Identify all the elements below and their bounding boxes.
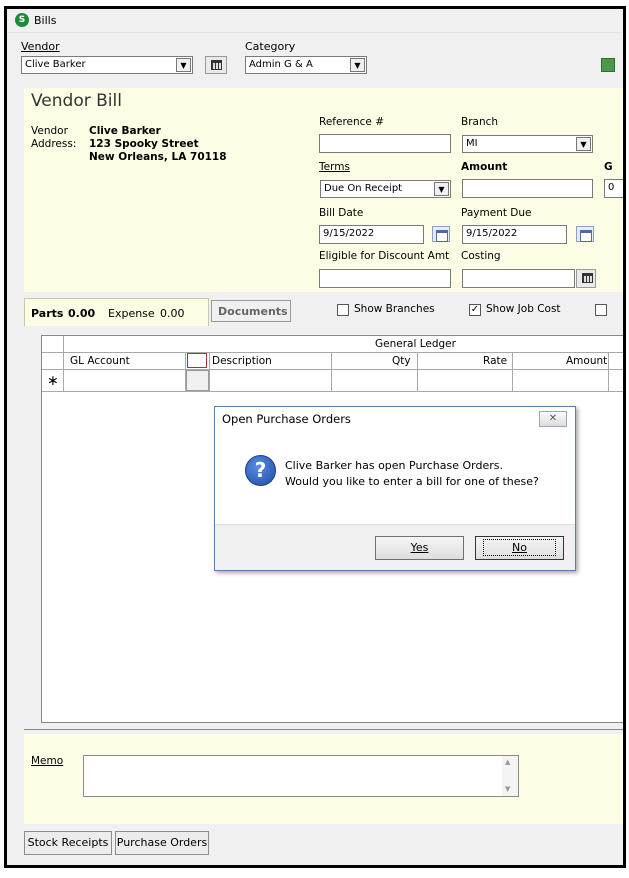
building-icon	[582, 273, 593, 283]
dialog-message-line1: Clive Barker has open Purchase Orders.	[285, 459, 503, 472]
dialog-message-line2: Would you like to enter a bill for one o…	[285, 475, 539, 488]
chevron-down-icon[interactable]: ▼	[434, 182, 449, 196]
costing-lookup-button[interactable]	[576, 269, 596, 288]
bill-date-input[interactable]: 9/15/2022	[319, 225, 424, 244]
category-select-value: Admin G & A	[249, 59, 313, 70]
new-row-marker: ∗	[47, 373, 59, 389]
title-bar: S Bills	[7, 9, 623, 33]
vendor-address-line1: 123 Spooky Street	[89, 138, 199, 150]
column-rate[interactable]: Rate	[483, 355, 507, 367]
memo-label: Memo	[31, 755, 64, 767]
tab-parts-label: Parts	[31, 307, 64, 320]
reference-input[interactable]	[319, 134, 451, 153]
stock-receipts-button[interactable]: Stock Receipts	[24, 831, 112, 855]
window-title: Bills	[34, 14, 57, 27]
show-branches-label: Show Branches	[354, 303, 435, 315]
close-icon[interactable]: ✕	[539, 411, 567, 427]
show-job-cost-checkbox[interactable]: ✓	[469, 304, 481, 316]
cut-off-label: G	[604, 161, 613, 173]
yes-button[interactable]: Yes	[375, 536, 464, 560]
reference-label: Reference #	[319, 116, 385, 128]
vendor-name: Clive Barker	[89, 125, 161, 137]
vendor-address-label-1: Vendor	[31, 125, 68, 137]
app-logo-icon: S	[15, 13, 29, 27]
calendar-icon[interactable]	[432, 226, 450, 242]
column-gl-account[interactable]: GL Account	[70, 355, 130, 367]
no-button[interactable]: No	[475, 536, 564, 560]
amount-label: Amount	[461, 161, 508, 173]
tab-expense-label[interactable]: Expense	[108, 307, 155, 320]
show-branches-checkbox[interactable]	[337, 304, 349, 316]
branch-select-value: MI	[466, 138, 478, 149]
terms-select[interactable]: Due On Receipt ▼	[320, 180, 451, 198]
terms-label: Terms	[319, 161, 350, 173]
open-purchase-orders-dialog: Open Purchase Orders ✕ ? Clive Barker ha…	[214, 406, 576, 571]
amount-input[interactable]	[462, 179, 593, 198]
branch-select[interactable]: MI ▼	[462, 135, 593, 153]
discount-input[interactable]	[319, 269, 451, 288]
tab-parts-value: 0.00	[68, 307, 96, 320]
chevron-down-icon[interactable]: ▼	[576, 137, 591, 151]
grid-group-header: General Ledger	[375, 338, 456, 350]
category-label: Category	[245, 40, 296, 53]
costing-label: Costing	[461, 250, 501, 262]
vendor-address-label-2: Address:	[31, 138, 77, 150]
discount-label: Eligible for Discount Amt	[319, 250, 450, 262]
branch-label: Branch	[461, 116, 499, 128]
vendor-select[interactable]: Clive Barker ▼	[21, 56, 193, 74]
chevron-down-icon[interactable]: ▼	[350, 58, 365, 72]
payment-due-label: Payment Due	[461, 207, 532, 219]
column-qty[interactable]: Qty	[392, 355, 411, 367]
tab-documents-label: Documents	[218, 305, 288, 318]
column-chooser-icon[interactable]	[187, 353, 207, 368]
scroll-up-icon[interactable]: ▲	[505, 758, 510, 766]
tab-documents[interactable]: Documents	[211, 300, 291, 322]
vendor-address-line2: New Orleans, LA 70118	[89, 151, 227, 163]
vendor-label: Vendor	[21, 40, 60, 53]
tab-expense-value: 0.00	[160, 307, 185, 320]
payment-due-input[interactable]: 9/15/2022	[462, 225, 567, 244]
vendor-lookup-button[interactable]	[205, 56, 227, 74]
bills-window: S Bills Vendor Clive Barker ▼ Category A…	[4, 6, 626, 868]
dialog-footer: Yes No	[215, 524, 575, 570]
column-amount[interactable]: Amount	[566, 355, 607, 367]
calendar-icon[interactable]	[576, 226, 594, 242]
memo-textarea[interactable]	[83, 755, 519, 797]
row-cell-button[interactable]	[186, 370, 209, 391]
vendor-select-value: Clive Barker	[25, 59, 86, 70]
costing-input[interactable]	[462, 269, 575, 288]
chevron-down-icon[interactable]: ▼	[176, 58, 191, 72]
bill-date-label: Bill Date	[319, 207, 364, 219]
question-icon: ?	[245, 455, 276, 486]
building-icon	[211, 60, 222, 70]
category-select[interactable]: Admin G & A ▼	[245, 56, 367, 74]
toolbar-action-icon[interactable]	[601, 58, 615, 72]
vendor-bill-title: Vendor Bill	[31, 91, 122, 111]
scroll-down-icon[interactable]: ▼	[505, 785, 510, 793]
purchase-orders-button[interactable]: Purchase Orders	[115, 831, 209, 855]
tab-parts[interactable]: Parts 0.00 Expense 0.00	[24, 298, 209, 326]
dialog-title: Open Purchase Orders	[215, 407, 575, 431]
column-description[interactable]: Description	[212, 355, 272, 367]
terms-select-value: Due On Receipt	[324, 183, 403, 194]
extra-option-checkbox[interactable]	[595, 304, 607, 316]
show-job-cost-label: Show Job Cost	[486, 303, 561, 315]
cut-off-input[interactable]: 0	[604, 179, 623, 198]
